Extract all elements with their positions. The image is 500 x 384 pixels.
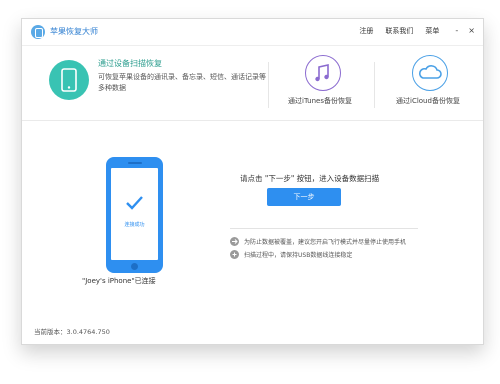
phone-icon[interactable] bbox=[49, 60, 89, 100]
minimize-button[interactable]: - bbox=[455, 27, 458, 35]
mode-device-scan-title[interactable]: 通过设备扫描恢复 bbox=[98, 58, 162, 69]
phone-screen: 连接成功 bbox=[111, 168, 158, 260]
mode-itunes-label[interactable]: 通过iTunes备份恢复 bbox=[288, 96, 352, 106]
tip-usb-stable: 扫描过程中，请保持USB数据线连接稳定 bbox=[230, 250, 352, 259]
device-illustration: 连接成功 bbox=[106, 157, 163, 273]
app-window: 苹果恢复大师 注册 联系我们 菜单 - × 通过设备扫描恢复 可恢复苹果设备的通… bbox=[21, 18, 484, 345]
register-link[interactable]: 注册 bbox=[359, 26, 373, 36]
menu-button[interactable]: 菜单 bbox=[425, 26, 439, 36]
contact-link[interactable]: 联系我们 bbox=[385, 26, 413, 36]
divider bbox=[230, 228, 418, 229]
app-title: 苹果恢复大师 bbox=[50, 27, 98, 36]
tip-airplane-mode: 为防止数据被覆盖，建议您开启飞行模式并尽量停止使用手机 bbox=[230, 237, 406, 246]
phone-speaker bbox=[128, 162, 142, 164]
music-note-icon[interactable] bbox=[305, 55, 341, 91]
app-logo-icon bbox=[31, 25, 45, 39]
title-bar: 苹果恢复大师 注册 联系我们 菜单 - × bbox=[22, 19, 483, 46]
next-button[interactable]: 下一步 bbox=[267, 188, 341, 206]
version-label: 当前版本：3.0.4764.750 bbox=[34, 328, 110, 336]
title-menu: 注册 联系我们 菜单 - × bbox=[359, 26, 475, 36]
tip-text: 为防止数据被覆盖，建议您开启飞行模式并尽量停止使用手机 bbox=[244, 239, 407, 246]
window-controls: - × bbox=[455, 27, 475, 35]
plane-icon bbox=[230, 237, 239, 246]
phone-home-button bbox=[131, 263, 138, 270]
recovery-mode-bar: 通过设备扫描恢复 可恢复苹果设备的通讯录、备忘录、短信、通话记录等多种数据 通过… bbox=[22, 46, 483, 121]
next-step-prompt: 请点击 "下一步" 按钮，进入设备数据扫描 bbox=[240, 174, 380, 183]
device-connected-label: "Joey's iPhone"已连接 bbox=[82, 277, 156, 285]
connection-status: 连接成功 bbox=[124, 222, 145, 228]
tip-text: 扫描过程中，请保持USB数据线连接稳定 bbox=[244, 252, 353, 259]
checkmark-icon bbox=[126, 196, 143, 210]
mode-icloud-label[interactable]: 通过iCloud备份恢复 bbox=[396, 96, 460, 106]
divider bbox=[268, 62, 269, 108]
cloud-icon[interactable] bbox=[412, 55, 448, 91]
mode-device-scan-description: 可恢复苹果设备的通讯录、备忘录、短信、通话记录等多种数据 bbox=[98, 73, 266, 92]
usb-icon bbox=[230, 250, 239, 259]
divider bbox=[374, 62, 375, 108]
close-button[interactable]: × bbox=[468, 27, 475, 35]
